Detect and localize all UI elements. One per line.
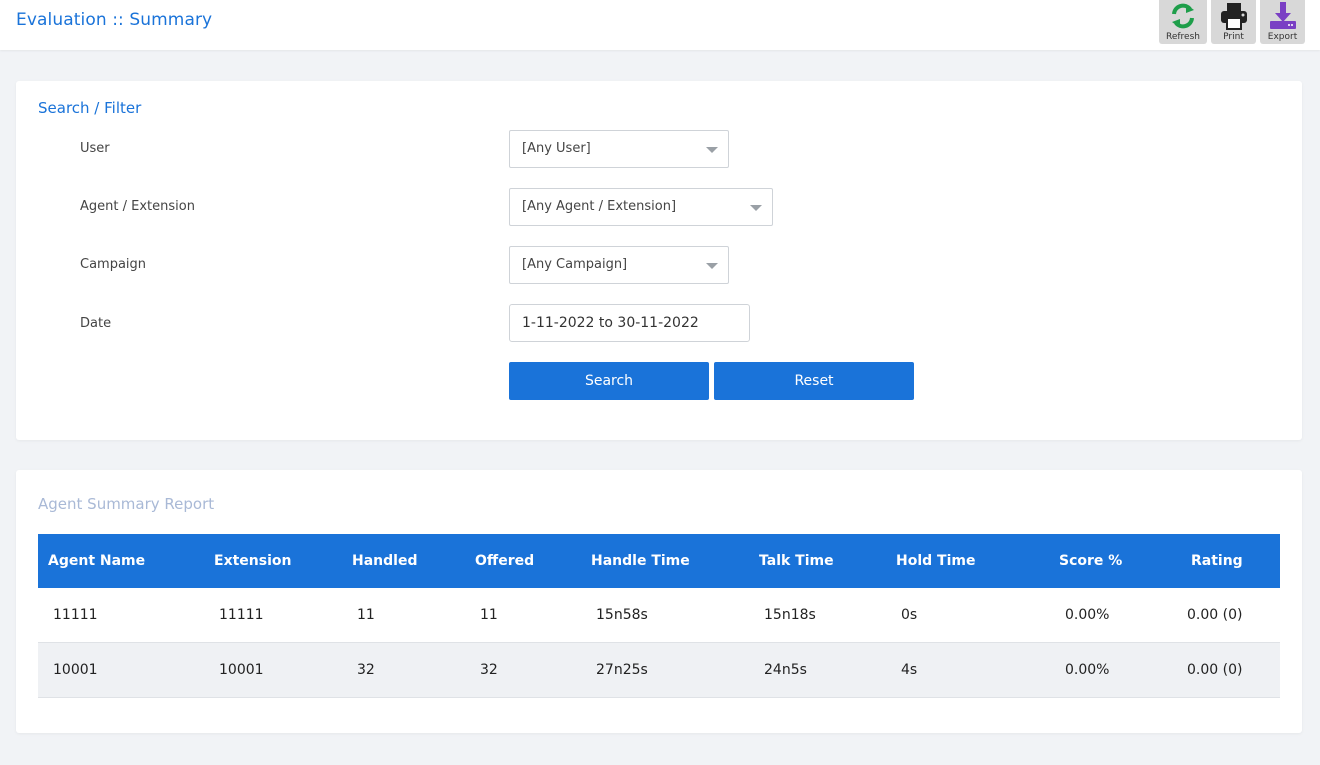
top-bar: Evaluation :: Summary Refresh Print Expo…: [0, 0, 1320, 50]
table-cell: 15n18s: [764, 607, 816, 623]
print-button[interactable]: Print: [1211, 0, 1256, 44]
column-header[interactable]: Rating: [1191, 534, 1243, 588]
report-title: Agent Summary Report: [38, 495, 215, 513]
agent-label: Agent / Extension: [80, 199, 195, 214]
column-header[interactable]: Hold Time: [896, 534, 975, 588]
table-cell: 0s: [901, 607, 918, 623]
refresh-label: Refresh: [1166, 32, 1200, 42]
export-label: Export: [1267, 32, 1298, 42]
table-cell: 10001: [53, 662, 98, 678]
table-cell: 0.00%: [1065, 662, 1110, 678]
table-cell: 11111: [53, 607, 98, 623]
table-cell: 0.00%: [1065, 607, 1110, 623]
table-cell: 11: [357, 607, 375, 623]
print-icon: [1220, 3, 1247, 30]
table-cell: 32: [480, 662, 498, 678]
refresh-button[interactable]: Refresh: [1159, 0, 1207, 44]
column-header[interactable]: Handle Time: [591, 534, 690, 588]
table-cell: 32: [357, 662, 375, 678]
table-cell: 4s: [901, 662, 918, 678]
column-header[interactable]: Score %: [1059, 534, 1122, 588]
filter-title: Search / Filter: [38, 99, 142, 117]
table-cell: 0.00 (0): [1187, 607, 1243, 623]
export-button[interactable]: Export: [1260, 0, 1305, 44]
chevron-down-icon: [706, 147, 718, 153]
user-select-value: [Any User]: [522, 141, 591, 156]
column-header[interactable]: Agent Name: [48, 534, 145, 588]
table-cell: 11: [480, 607, 498, 623]
campaign-select-value: [Any Campaign]: [522, 257, 628, 272]
table-cell: 11111: [219, 607, 264, 623]
print-label: Print: [1223, 32, 1244, 42]
column-header[interactable]: Extension: [214, 534, 291, 588]
agent-select-value: [Any Agent / Extension]: [522, 199, 677, 214]
chevron-down-icon: [706, 263, 718, 269]
search-button[interactable]: Search: [509, 362, 709, 400]
table-cell: 15n58s: [596, 607, 648, 623]
page-title: Evaluation :: Summary: [16, 10, 213, 30]
table-cell: 27n25s: [596, 662, 648, 678]
table-header: Agent Name Extension Handled Offered Han…: [38, 534, 1280, 588]
date-label: Date: [80, 316, 112, 331]
user-select[interactable]: [Any User]: [509, 130, 729, 168]
agent-select[interactable]: [Any Agent / Extension]: [509, 188, 773, 226]
user-label: User: [80, 141, 110, 156]
report-card: Agent Summary Report Agent Name Extensio…: [16, 470, 1302, 733]
chevron-down-icon: [750, 205, 762, 211]
table-row[interactable]: 10001 10001 32 32 27n25s 24n5s 4s 0.00% …: [38, 643, 1280, 698]
column-header[interactable]: Talk Time: [759, 534, 834, 588]
campaign-label: Campaign: [80, 257, 147, 272]
table-cell: 24n5s: [764, 662, 807, 678]
table-row[interactable]: 11111 11111 11 11 15n58s 15n18s 0s 0.00%…: [38, 588, 1280, 643]
column-header[interactable]: Handled: [352, 534, 417, 588]
export-icon: [1269, 2, 1296, 29]
campaign-select[interactable]: [Any Campaign]: [509, 246, 729, 284]
date-range-input[interactable]: 1-11-2022 to 30-11-2022: [509, 304, 750, 342]
table-cell: 10001: [219, 662, 264, 678]
reset-button[interactable]: Reset: [714, 362, 914, 400]
filter-card: Search / Filter User [Any User] Agent / …: [16, 81, 1302, 440]
table-cell: 0.00 (0): [1187, 662, 1243, 678]
column-header[interactable]: Offered: [475, 534, 534, 588]
refresh-icon: [1172, 3, 1194, 29]
